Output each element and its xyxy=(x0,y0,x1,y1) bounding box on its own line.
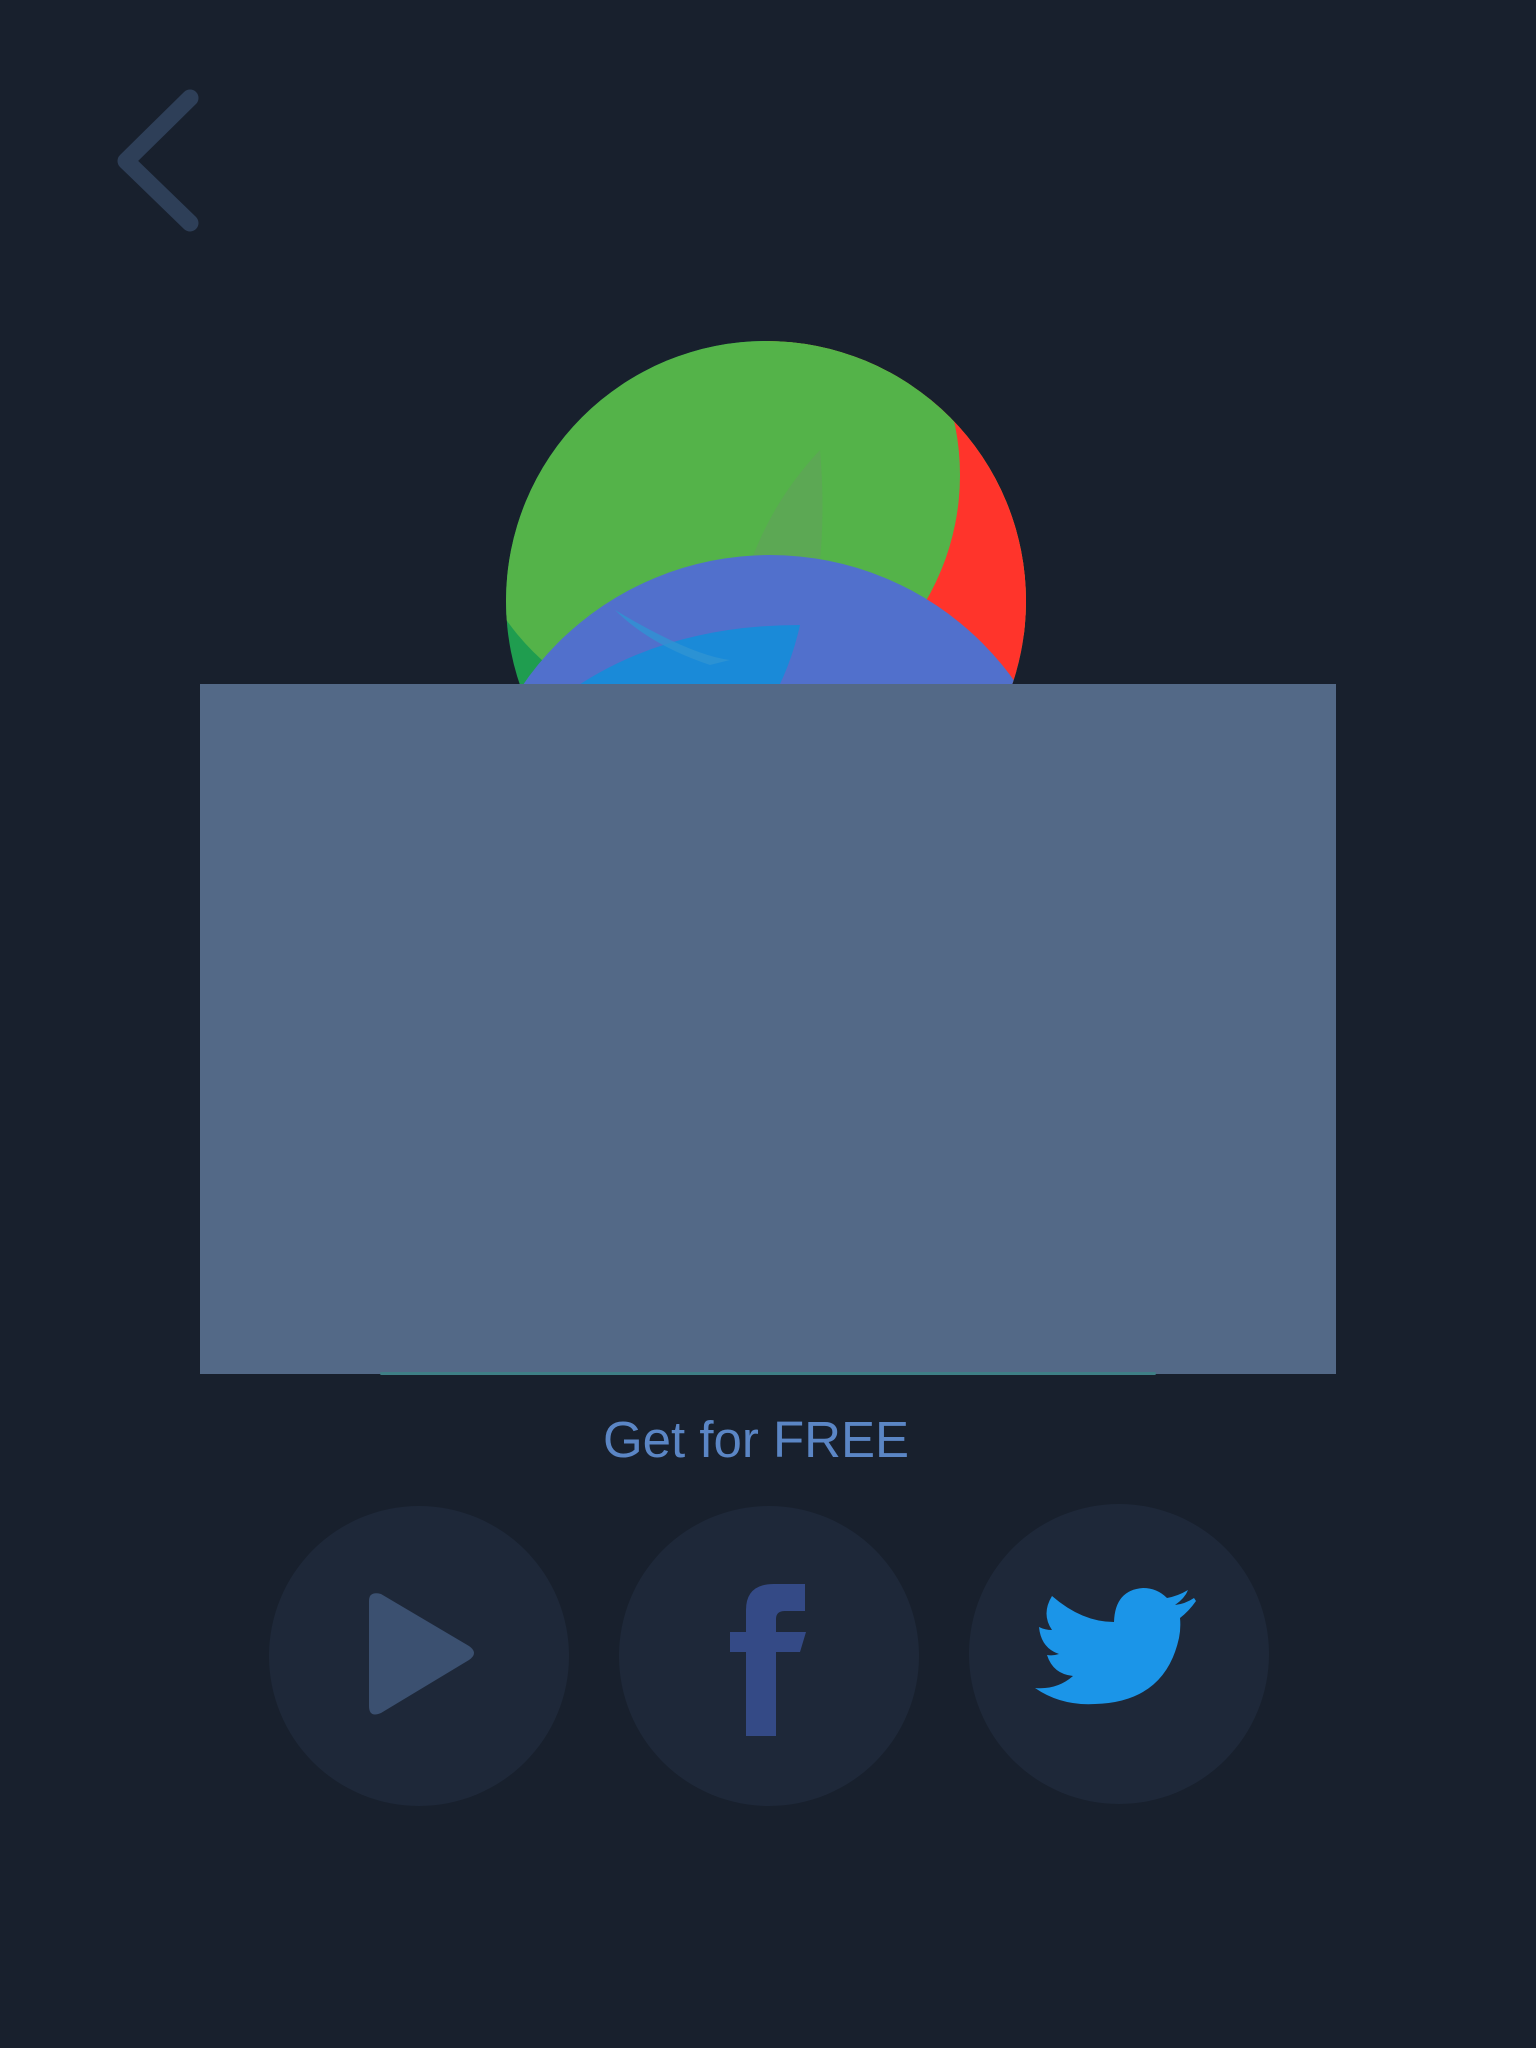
chevron-left-icon xyxy=(117,89,199,232)
twitter-icon xyxy=(1035,1588,1196,1705)
facebook-icon xyxy=(730,1584,806,1736)
divider xyxy=(380,1372,1156,1375)
play-store-icon xyxy=(369,1593,474,1715)
content-image-panel xyxy=(200,684,1336,1374)
twitter-share-button[interactable] xyxy=(969,1504,1269,1804)
facebook-share-button[interactable] xyxy=(619,1506,919,1806)
back-button[interactable] xyxy=(100,70,220,240)
play-store-button[interactable] xyxy=(269,1506,569,1806)
get-free-link[interactable]: Get for FREE xyxy=(0,1408,1512,1472)
